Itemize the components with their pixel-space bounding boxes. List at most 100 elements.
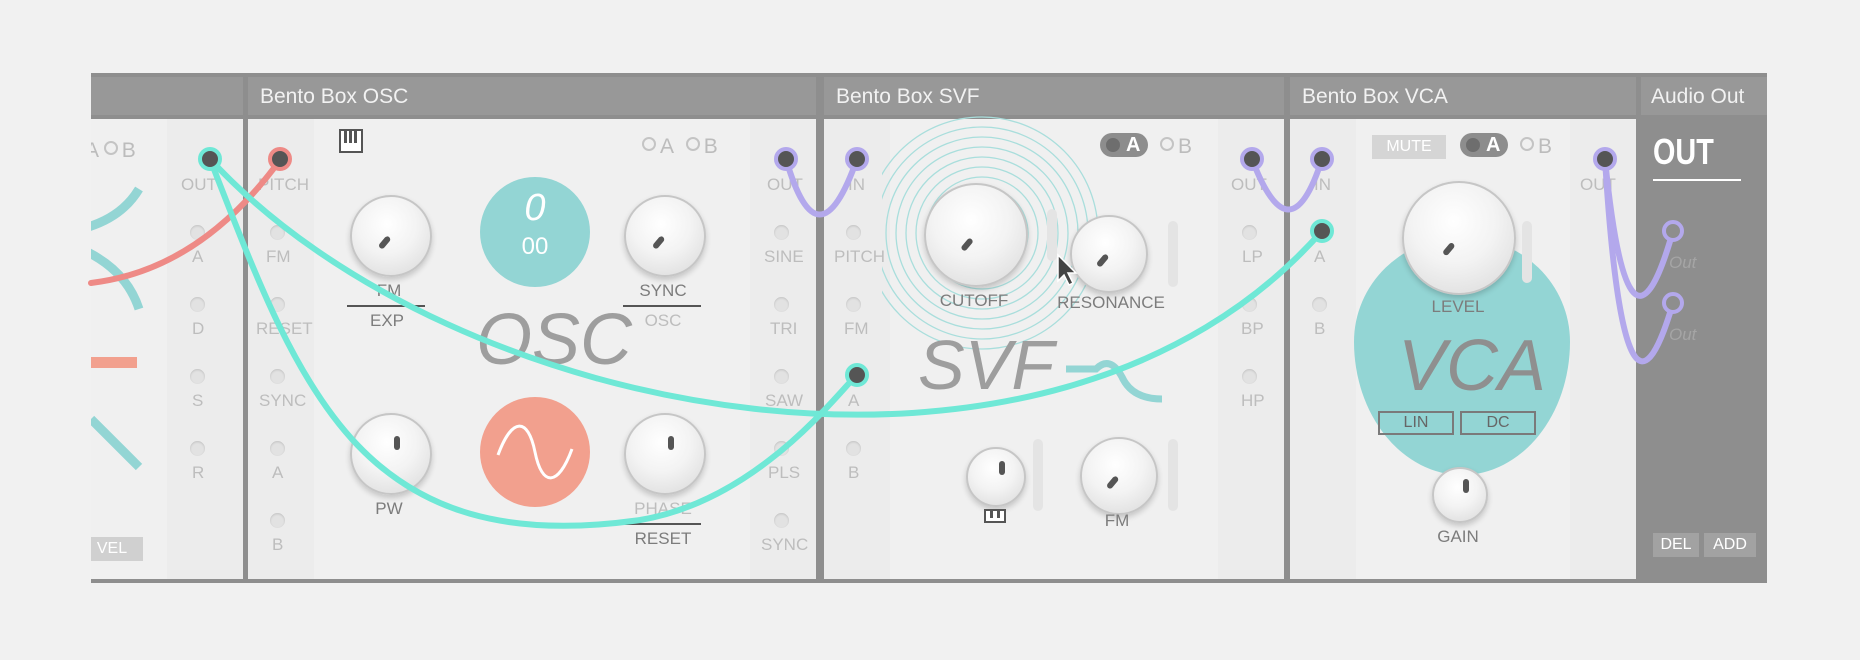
svf-bp-jack[interactable] <box>1242 297 1257 312</box>
envelope-module: A B VEL A D S R OUT <box>91 77 243 583</box>
add-button[interactable]: ADD <box>1704 533 1756 557</box>
vca-gain-knob[interactable] <box>1432 467 1488 523</box>
osc-pw-knob[interactable] <box>350 413 432 495</box>
svf-a-label: A <box>848 391 860 410</box>
env-r-jack-label: R <box>192 463 205 482</box>
vel-button[interactable]: VEL <box>91 537 143 561</box>
env-d-jack-label: D <box>192 319 205 338</box>
piano-keys-icon[interactable] <box>984 509 1006 523</box>
del-button[interactable]: DEL <box>1653 533 1699 557</box>
env-a-label[interactable]: A <box>91 139 98 162</box>
osc-fm-knob-label: FM <box>376 281 402 300</box>
osc-a-select[interactable]: A <box>660 135 674 158</box>
osc-reset-jack[interactable] <box>270 297 285 312</box>
osc-sync-knob[interactable] <box>624 195 706 277</box>
svf-fm-amount-slider[interactable] <box>1033 439 1043 511</box>
osc-sync-out-jack-label: SYNC <box>761 535 809 554</box>
envelope-header[interactable] <box>91 77 243 115</box>
vca-header[interactable]: Bento Box VCA <box>1290 77 1636 115</box>
env-d-jack[interactable] <box>190 297 205 312</box>
audio-out-left-label: Out <box>1669 253 1697 272</box>
module-rack: A B VEL A D S R OUT Bento Box OSC PITCH <box>91 73 1767 583</box>
env-r-jack[interactable] <box>190 441 205 456</box>
lowpass-curve-icon <box>1066 360 1163 403</box>
env-a-jack-label: A <box>192 247 204 266</box>
svf-lp-jack-label: LP <box>1242 247 1263 266</box>
osc-pls-jack[interactable] <box>774 441 789 456</box>
audio-out-header[interactable]: Audio Out <box>1641 77 1767 115</box>
audio-out-module: Audio Out OUT Out Out DEL ADD <box>1641 77 1767 583</box>
osc-a-jack[interactable] <box>270 441 285 456</box>
svf-fm-knob[interactable] <box>1080 437 1158 515</box>
svf-b-jack[interactable] <box>846 441 861 456</box>
vca-level-knob[interactable] <box>1402 181 1516 295</box>
osc-pls-jack-label: PLS <box>768 463 801 482</box>
svf-b-select[interactable]: B <box>1178 135 1192 158</box>
osc-out-label: OUT <box>767 175 803 194</box>
svf-fm-amount-knob[interactable] <box>966 447 1026 507</box>
osc-wave-display[interactable] <box>480 397 590 507</box>
osc-fm-jack[interactable] <box>270 225 285 240</box>
env-s-jack-label: S <box>192 391 204 410</box>
svf-bp-jack-label: BP <box>1241 319 1264 338</box>
osc-exp-label[interactable]: EXP <box>357 311 417 331</box>
osc-display-value: 0 <box>524 187 546 229</box>
svf-cutoff-knob[interactable] <box>924 183 1028 287</box>
vca-b-select[interactable]: B <box>1538 135 1552 158</box>
osc-fm-knob[interactable] <box>350 195 432 277</box>
osc-pw-knob-label: PW <box>375 499 403 518</box>
osc-sync-out-jack[interactable] <box>774 513 789 528</box>
osc-sync-jack-label: SYNC <box>259 391 307 410</box>
svf-resonance-knob[interactable] <box>1070 215 1148 293</box>
osc-sync-jack[interactable] <box>270 369 285 384</box>
audio-out-title: OUT <box>1653 131 1714 172</box>
svf-in-label: IN <box>848 175 865 194</box>
vca-mute-button[interactable]: MUTE <box>1372 135 1446 159</box>
audio-out-right-label: Out <box>1669 325 1697 344</box>
svf-cutoff-slider[interactable] <box>1047 209 1057 261</box>
svf-lp-jack[interactable] <box>1242 225 1257 240</box>
env-a-jack[interactable] <box>190 225 205 240</box>
svf-big-label: SVF <box>918 326 1055 404</box>
vca-level-slider[interactable] <box>1522 221 1532 283</box>
osc-header[interactable]: Bento Box OSC <box>248 77 816 115</box>
osc-module: Bento Box OSC PITCH FM RESET SYNC A B A … <box>248 77 816 583</box>
osc-b-jack[interactable] <box>270 513 285 528</box>
osc-sine-jack-label: SINE <box>764 247 804 266</box>
osc-b-select[interactable]: B <box>704 135 718 158</box>
vca-dc-button[interactable]: DC <box>1460 411 1536 435</box>
osc-mode-label[interactable]: OSC <box>623 311 703 331</box>
vca-in-label: IN <box>1314 175 1331 194</box>
svf-b-jack-label: B <box>848 463 860 482</box>
osc-saw-jack[interactable] <box>774 369 789 384</box>
vca-a-select[interactable]: A <box>1460 133 1509 157</box>
osc-pitch-display: 0 00 <box>480 177 590 287</box>
svf-a-select[interactable]: A <box>1100 133 1149 157</box>
env-b-label[interactable]: B <box>122 139 136 162</box>
svf-resonance-slider[interactable] <box>1168 221 1178 287</box>
osc-phase-knob[interactable] <box>624 413 706 495</box>
osc-tri-jack[interactable] <box>774 297 789 312</box>
svf-fm-label: FM <box>1104 511 1130 530</box>
svf-hp-jack[interactable] <box>1242 369 1257 384</box>
vca-module: Bento Box VCA IN A B MUTE A B LEVEL VCA … <box>1290 77 1636 583</box>
osc-reset-mode-label[interactable]: RESET <box>623 529 703 549</box>
svf-pitch-jack[interactable] <box>846 225 861 240</box>
vca-a-label: A <box>1314 247 1326 266</box>
env-s-jack[interactable] <box>190 369 205 384</box>
svf-hp-jack-label: HP <box>1241 391 1265 410</box>
osc-big-label: OSC <box>476 300 633 380</box>
svf-fm-slider[interactable] <box>1168 439 1178 511</box>
osc-a-jack-label: A <box>272 463 284 482</box>
svf-header[interactable]: Bento Box SVF <box>824 77 1284 115</box>
osc-fm-jack-label: FM <box>266 247 291 266</box>
osc-tri-jack-label: TRI <box>770 319 798 338</box>
piano-icon[interactable] <box>339 129 363 153</box>
osc-sine-jack[interactable] <box>774 225 789 240</box>
svf-fm-jack[interactable] <box>846 297 861 312</box>
vca-b-jack[interactable] <box>1312 297 1327 312</box>
vca-lin-button[interactable]: LIN <box>1378 411 1454 435</box>
vca-level-label: LEVEL <box>1431 297 1485 316</box>
svf-module: Bento Box SVF IN PITCH FM A B A B CUTOFF <box>824 77 1284 583</box>
vca-gain-label: GAIN <box>1437 527 1479 546</box>
